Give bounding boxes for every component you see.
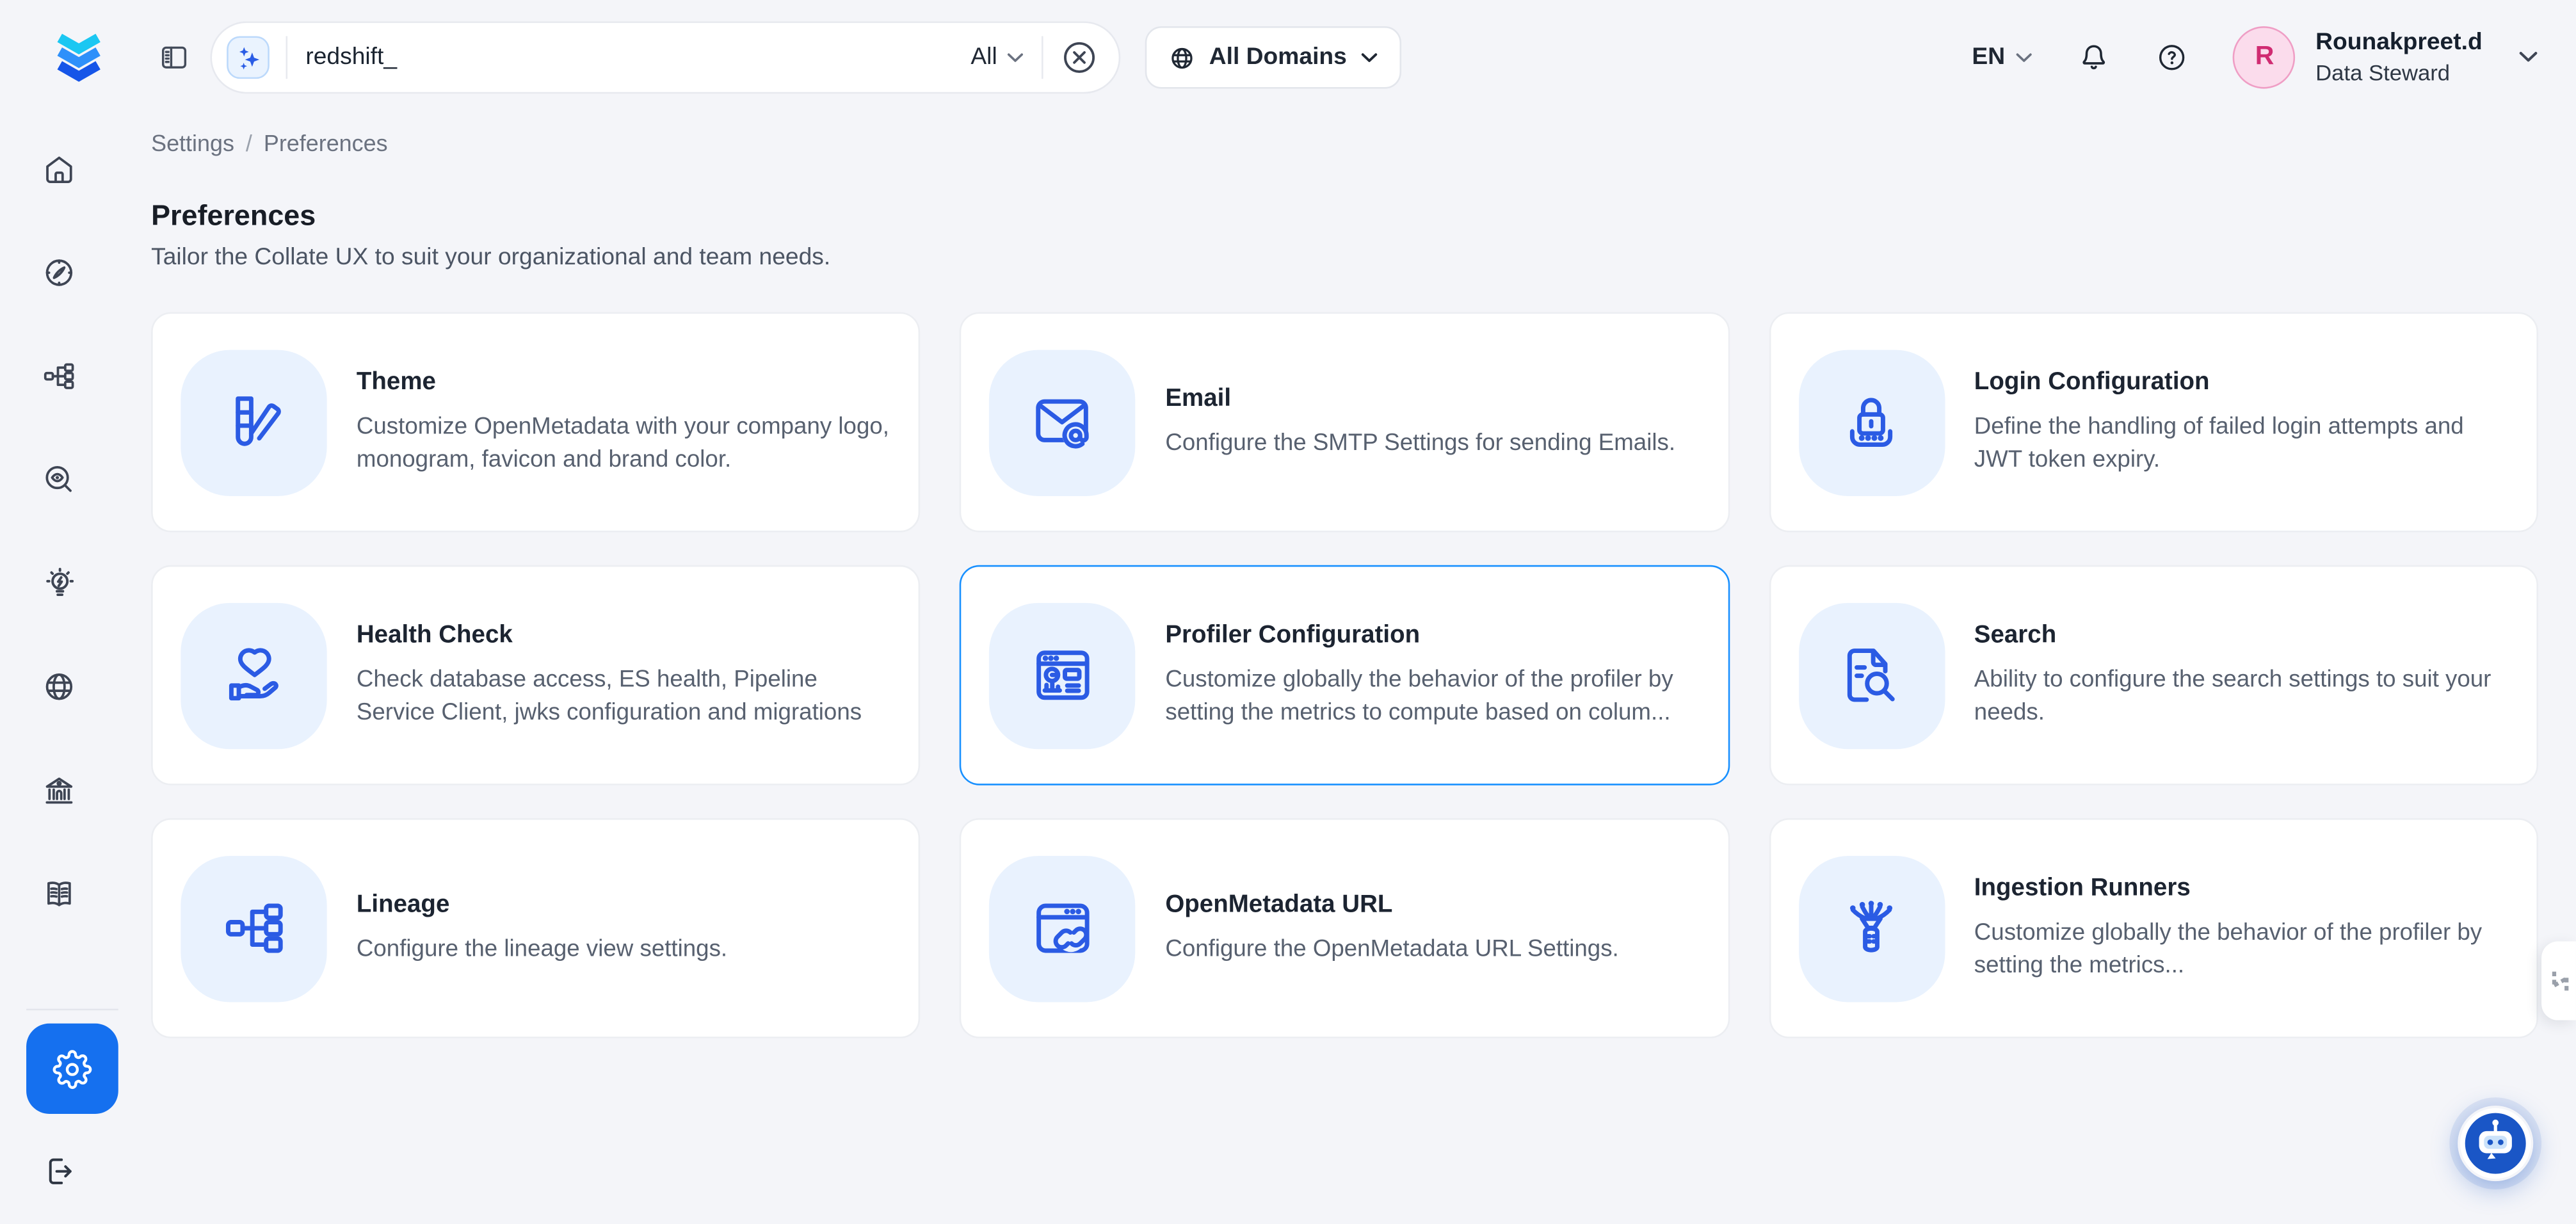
logout-icon[interactable] (41, 1154, 77, 1189)
card-title: Lineage (357, 890, 727, 919)
card-title: OpenMetadata URL (1165, 890, 1618, 919)
card-lineage[interactable]: Lineage Configure the lineage view setti… (151, 818, 921, 1038)
card-ingestion-runners[interactable]: Ingestion Runners Customize globally the… (1769, 818, 2538, 1038)
sidebar-item-explore[interactable] (0, 255, 118, 291)
global-search-bar[interactable]: All (210, 21, 1120, 93)
insights-bulb-icon (40, 565, 78, 603)
card-description: Configure the SMTP Settings for sending … (1165, 427, 1675, 460)
page-title: Preferences (151, 199, 2538, 234)
language-label: EN (1972, 44, 2005, 70)
card-description: Customize globally the behavior of the p… (1974, 916, 2507, 983)
sidebar-item-governance[interactable] (0, 772, 118, 808)
collate-logo-icon[interactable] (46, 26, 112, 92)
card-title: Email (1165, 384, 1675, 412)
card-description: Customize OpenMetadata with your company… (357, 410, 889, 477)
card-email[interactable]: Email Configure the SMTP Settings for se… (960, 312, 1730, 533)
breadcrumb-preferences[interactable]: Preferences (264, 130, 388, 156)
sidebar-item-home[interactable] (0, 151, 118, 187)
card-title: Health Check (357, 620, 889, 648)
observability-eye-icon (41, 462, 77, 497)
card-title: Search (1974, 620, 2507, 648)
card-title: Ingestion Runners (1974, 874, 2507, 902)
card-description: Customize globally the behavior of the p… (1165, 663, 1698, 730)
user-name: Rounakpreet.d (2315, 27, 2483, 57)
chevron-down-icon (1007, 52, 1024, 63)
login-lock-icon (1798, 349, 1944, 495)
glossary-book-icon (41, 876, 77, 912)
user-avatar[interactable]: R (2234, 26, 2296, 89)
search-input[interactable] (287, 44, 970, 70)
profiler-dashboard-icon (990, 602, 1136, 748)
sidebar-item-data-flow[interactable] (0, 358, 118, 394)
health-heart-hand-icon (181, 602, 326, 748)
sidebar-item-glossary[interactable] (0, 876, 118, 912)
sidebar-item-settings-active[interactable] (26, 1024, 118, 1114)
user-menu[interactable]: Rounakpreet.d Data Steward (2315, 27, 2483, 88)
breadcrumb-settings[interactable]: Settings (151, 130, 234, 156)
language-dropdown[interactable]: EN (1972, 44, 2033, 70)
card-search[interactable]: Search Ability to configure the search s… (1769, 565, 2538, 785)
domains-globe-icon (41, 668, 77, 704)
card-title: Profiler Configuration (1165, 620, 1698, 648)
search-scope-label: All (970, 44, 997, 70)
edge-widget-tab[interactable] (2541, 941, 2576, 1020)
main-content: Settings / Preferences Preferences Tailo… (151, 115, 2538, 1038)
search-scope-dropdown[interactable]: All (970, 44, 1023, 70)
sidebar-collapse-icon[interactable] (159, 43, 189, 72)
sidebar-item-insights[interactable] (0, 565, 118, 601)
clear-search-icon[interactable] (1061, 40, 1097, 76)
all-domains-label: All Domains (1209, 44, 1347, 70)
governance-bank-icon (41, 772, 77, 808)
card-openmetadata-url[interactable]: OpenMetadata URL Configure the OpenMetad… (960, 818, 1730, 1038)
breadcrumb: Settings / Preferences (151, 130, 2538, 156)
widget-handle-icon (2548, 967, 2572, 995)
chat-bot-button[interactable] (2458, 1106, 2533, 1181)
sidebar-item-domains[interactable] (0, 668, 118, 704)
data-flow-icon (41, 358, 77, 394)
breadcrumb-separator: / (246, 130, 252, 156)
settings-gear-icon (52, 1049, 92, 1089)
card-description: Configure the OpenMetadata URL Settings. (1165, 933, 1618, 966)
chevron-down-icon (1360, 52, 1378, 63)
top-bar: All All Domains EN (0, 0, 2576, 115)
explore-compass-icon (41, 255, 77, 291)
chevron-down-icon (2017, 52, 2033, 63)
chevron-down-icon[interactable] (2518, 51, 2538, 65)
search-document-icon (1798, 602, 1944, 748)
browser-link-icon (990, 855, 1136, 1001)
card-description: Define the handling of failed login atte… (1974, 410, 2507, 477)
robot-icon (2458, 1106, 2533, 1181)
app-window: All All Domains EN (0, 0, 2576, 1224)
ai-sparkle-icon[interactable] (227, 36, 270, 79)
card-theme[interactable]: Theme Customize OpenMetadata with your c… (151, 312, 921, 533)
card-title: Theme (357, 367, 889, 396)
preferences-grid: Theme Customize OpenMetadata with your c… (151, 312, 2538, 1038)
email-at-icon (990, 349, 1136, 495)
help-icon[interactable] (2156, 41, 2189, 74)
sidebar-item-observability[interactable] (0, 462, 118, 497)
globe-icon (1168, 44, 1196, 72)
card-description: Configure the lineage view settings. (357, 933, 727, 966)
notifications-bell-icon[interactable] (2077, 40, 2112, 75)
divider (1042, 36, 1043, 79)
page-subtitle: Tailor the Collate UX to suit your organ… (151, 245, 2538, 271)
avatar-initial: R (2255, 43, 2274, 72)
all-domains-button[interactable]: All Domains (1145, 26, 1401, 89)
card-description: Ability to configure the search settings… (1974, 663, 2507, 730)
left-sidebar (0, 115, 118, 1224)
lineage-flow-icon (181, 855, 326, 1001)
home-icon (41, 151, 77, 187)
card-health-check[interactable]: Health Check Check database access, ES h… (151, 565, 921, 785)
card-profiler-configuration[interactable]: Profiler Configuration Customize globall… (960, 565, 1730, 785)
top-bar-right: EN R Rounakpreet.d Data Steward (1972, 26, 2538, 89)
card-description: Check database access, ES health, Pipeli… (357, 663, 889, 730)
ingestion-robot-icon (1798, 855, 1944, 1001)
card-title: Login Configuration (1974, 367, 2507, 396)
sidebar-divider (26, 1009, 118, 1011)
user-role: Data Steward (2315, 60, 2483, 88)
theme-swatch-icon (181, 349, 326, 495)
card-login-configuration[interactable]: Login Configuration Define the handling … (1769, 312, 2538, 533)
